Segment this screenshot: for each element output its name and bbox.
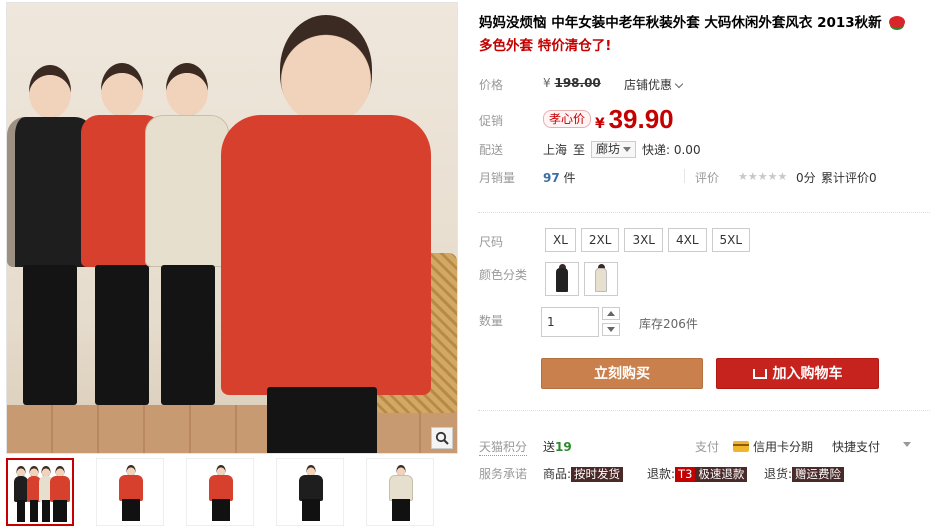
express-fee: 快递: 0.00 bbox=[642, 143, 701, 157]
model-beige-coat bbox=[145, 63, 229, 415]
service-row: 服务承诺 商品: 按时发货 退款: T3 极速退款 退货: 赠运费险 bbox=[479, 465, 919, 483]
size-options: XL 2XL 3XL 4XL 5XL bbox=[545, 228, 755, 252]
cart-icon bbox=[752, 369, 767, 379]
shipping-label: 配送 bbox=[479, 143, 504, 157]
sales-row: 月销量 97 件 评价 ★★★★★ 0分 累计评价0 bbox=[479, 169, 929, 187]
destination-select[interactable]: 廊坊 bbox=[591, 141, 637, 158]
rating-score: 0分 bbox=[796, 171, 816, 185]
size-label: 尺码 bbox=[479, 235, 504, 249]
review-label: 评价 bbox=[695, 171, 720, 185]
cumulative-reviews-link[interactable]: 累计评价0 bbox=[821, 169, 877, 186]
thumbnail-red-front[interactable] bbox=[96, 458, 164, 526]
monthly-sales-value: 97 件 bbox=[543, 171, 576, 185]
size-option-3xl[interactable]: 3XL bbox=[624, 228, 663, 252]
size-row: 尺码 XL 2XL 3XL 4XL 5XL bbox=[479, 228, 919, 252]
points-value: 送19 bbox=[543, 440, 572, 454]
quantity-input[interactable]: 1 bbox=[541, 307, 599, 337]
color-row: 颜色分类 bbox=[479, 262, 919, 298]
section-divider bbox=[478, 212, 930, 213]
quantity-increase-button[interactable] bbox=[602, 307, 620, 320]
thumbnail-beige[interactable] bbox=[366, 458, 434, 526]
expand-arrow-icon[interactable] bbox=[903, 442, 911, 447]
add-to-cart-button[interactable]: 加入购物车 bbox=[716, 358, 879, 389]
quick-pay[interactable]: 快捷支付 bbox=[832, 438, 880, 455]
section-divider-bottom bbox=[478, 410, 930, 411]
arrow-down-icon bbox=[607, 327, 615, 332]
stock-count: 库存206件 bbox=[639, 317, 698, 331]
service-return: 退货: 赠运费险 bbox=[764, 465, 845, 482]
color-swatch-beige[interactable] bbox=[584, 262, 618, 296]
arrow-up-icon bbox=[607, 311, 615, 316]
credit-card-icon bbox=[733, 441, 749, 452]
promo-row: 促销 孝心价 ¥ 39.90 bbox=[479, 104, 919, 136]
product-title: 妈妈没烦恼 中年女装中老年秋装外套 大码休闲外套风衣 2013秋新 多色外套 特… bbox=[479, 12, 927, 58]
quantity-row: 数量 1 库存206件 bbox=[479, 307, 919, 339]
thumbnail-group[interactable] bbox=[6, 458, 74, 526]
magnifier-icon[interactable] bbox=[431, 427, 453, 449]
color-swatch-black[interactable] bbox=[545, 262, 579, 296]
buy-now-button[interactable]: 立刻购买 bbox=[541, 358, 703, 389]
thumbnail-red-side[interactable] bbox=[186, 458, 254, 526]
price-label: 价格 bbox=[479, 78, 504, 92]
credit-installment[interactable]: 信用卡分期 bbox=[733, 438, 813, 455]
product-title-main: 妈妈没烦恼 中年女装中老年秋装外套 大码休闲外套风衣 2013秋新 bbox=[479, 15, 882, 31]
thumbnail-black[interactable] bbox=[276, 458, 344, 526]
promo-label: 促销 bbox=[479, 114, 504, 128]
color-label: 颜色分类 bbox=[479, 268, 528, 282]
model-featured-red-coat bbox=[221, 15, 431, 453]
rating-stars: ★★★★★ bbox=[738, 170, 788, 183]
service-refund: 退款: T3 极速退款 bbox=[647, 465, 748, 482]
service-goods: 商品: 按时发货 bbox=[543, 465, 624, 482]
price-row: 价格 ¥ 198.00 店铺优惠 bbox=[479, 76, 919, 94]
chevron-down-icon bbox=[674, 79, 684, 89]
payment-label: 支付 bbox=[695, 440, 720, 454]
thumbnail-strip bbox=[6, 458, 458, 528]
ship-from: 上海 bbox=[543, 143, 568, 157]
tmall-points-label[interactable]: 天猫积分 bbox=[479, 438, 528, 456]
product-info-panel: 妈妈没烦恼 中年女装中老年秋装外套 大码休闲外套风衣 2013秋新 多色外套 特… bbox=[478, 0, 930, 531]
promo-badge: 孝心价 bbox=[543, 110, 592, 128]
main-product-image[interactable] bbox=[6, 2, 458, 454]
size-option-xl[interactable]: XL bbox=[545, 228, 576, 252]
divider-vertical bbox=[684, 169, 685, 183]
original-price: ¥ 198.00 bbox=[543, 76, 601, 90]
quantity-label: 数量 bbox=[479, 314, 504, 328]
size-option-5xl[interactable]: 5XL bbox=[711, 228, 751, 252]
size-option-2xl[interactable]: 2XL bbox=[580, 228, 620, 252]
color-swatches bbox=[545, 262, 623, 299]
shipping-row: 配送 上海 至 廊坊 快递: 0.00 bbox=[479, 141, 919, 159]
monthly-sales-label: 月销量 bbox=[479, 171, 516, 185]
size-option-4xl[interactable]: 4XL bbox=[668, 228, 707, 252]
service-label: 服务承诺 bbox=[479, 467, 528, 481]
ship-to-word: 至 bbox=[573, 143, 586, 157]
flower-icon bbox=[889, 16, 906, 28]
product-title-sub: 多色外套 特价清仓了! bbox=[479, 38, 612, 54]
promo-price: ¥ 39.90 bbox=[595, 104, 674, 134]
quantity-decrease-button[interactable] bbox=[602, 323, 620, 336]
shop-promo-dropdown[interactable]: 店铺优惠 bbox=[624, 76, 684, 93]
rewards-row: 天猫积分 送19 支付 信用卡分期 快捷支付 bbox=[479, 438, 919, 456]
dropdown-arrow-icon bbox=[623, 147, 632, 152]
